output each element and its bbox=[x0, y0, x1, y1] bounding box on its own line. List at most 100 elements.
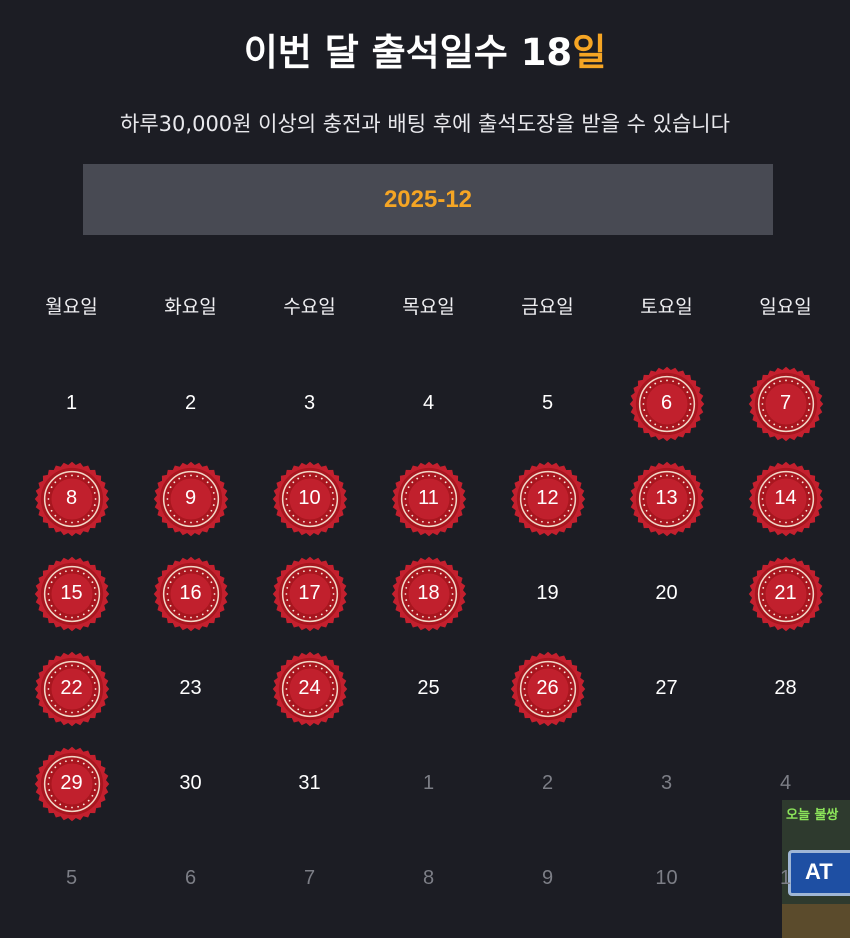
day-number: 19 bbox=[536, 582, 559, 604]
day-number: 29 bbox=[60, 772, 83, 794]
weekday-label: 금요일 bbox=[521, 296, 574, 318]
calendar-day-stamped: 22 bbox=[12, 641, 131, 736]
day-number: 25 bbox=[417, 677, 440, 699]
attendance-count: 18 bbox=[520, 31, 573, 74]
day-number: 14 bbox=[774, 487, 797, 509]
calendar-day: 30 bbox=[131, 736, 250, 831]
calendar-day-other-month: 2 bbox=[488, 736, 607, 831]
calendar-day-stamped: 26 bbox=[488, 641, 607, 736]
calendar-day: 5 bbox=[488, 356, 607, 451]
day-number: 15 bbox=[60, 582, 83, 604]
calendar-day-stamped: 24 bbox=[250, 641, 369, 736]
day-number: 5 bbox=[541, 392, 554, 414]
calendar-day: 25 bbox=[369, 641, 488, 736]
weekday-header-row: 월요일 화요일 수요일 목요일 금요일 토요일 일요일 bbox=[12, 292, 844, 322]
attendance-page: 이번 달 출석일수 18일 하루30,000원 이상의 충전과 배팅 후에 출석… bbox=[0, 0, 850, 938]
calendar-day: 28 bbox=[726, 641, 845, 736]
day-number: 7 bbox=[779, 392, 792, 414]
calendar-day-stamped: 29 bbox=[12, 736, 131, 831]
calendar-day-other-month: 9 bbox=[488, 831, 607, 926]
day-number: 1 bbox=[779, 867, 792, 889]
calendar-grid: 1 2 3 4 5 6 7 8 9 10 11 12 13 14 15 16 17 18 19 20 21 22 23 24 2… bbox=[12, 356, 844, 926]
title-prefix: 이번 달 출석일수 bbox=[243, 31, 521, 74]
weekday-label: 토요일 bbox=[640, 296, 693, 318]
day-number: 1 bbox=[422, 772, 435, 794]
day-number: 31 bbox=[298, 772, 321, 794]
day-number: 11 bbox=[418, 487, 439, 509]
calendar-day-stamped: 8 bbox=[12, 451, 131, 546]
ad-sign: AT bbox=[788, 850, 850, 896]
floating-ad-banner[interactable]: 오늘 불쌍 AT bbox=[782, 800, 850, 938]
attendance-unit: 일 bbox=[572, 31, 607, 74]
calendar-day-stamped: 21 bbox=[726, 546, 845, 641]
day-number: 10 bbox=[655, 867, 678, 889]
calendar-day: 31 bbox=[250, 736, 369, 831]
day-number: 2 bbox=[184, 392, 197, 414]
ad-image-base bbox=[782, 904, 850, 938]
day-number: 3 bbox=[660, 772, 673, 794]
day-number: 9 bbox=[541, 867, 554, 889]
weekday-label: 일요일 bbox=[759, 296, 812, 318]
calendar-day-stamped: 10 bbox=[250, 451, 369, 546]
calendar-day-stamped: 18 bbox=[369, 546, 488, 641]
day-number: 16 bbox=[179, 582, 202, 604]
calendar-day-other-month: 6 bbox=[131, 831, 250, 926]
calendar-day: 1 bbox=[12, 356, 131, 451]
calendar-day-stamped: 9 bbox=[131, 451, 250, 546]
day-number: 4 bbox=[779, 772, 792, 794]
day-number: 30 bbox=[179, 772, 202, 794]
day-number: 21 bbox=[774, 582, 797, 604]
day-number: 12 bbox=[536, 487, 559, 509]
calendar-day: 20 bbox=[607, 546, 726, 641]
day-number: 3 bbox=[303, 392, 316, 414]
ad-sign-text: AT bbox=[805, 859, 833, 884]
month-label: 2025-12 bbox=[383, 185, 473, 213]
calendar-day-stamped: 6 bbox=[607, 356, 726, 451]
day-number: 5 bbox=[65, 867, 78, 889]
day-number: 6 bbox=[660, 392, 673, 414]
day-number: 9 bbox=[184, 487, 197, 509]
calendar-day-stamped: 7 bbox=[726, 356, 845, 451]
calendar-day-stamped: 16 bbox=[131, 546, 250, 641]
calendar-day-stamped: 11 bbox=[369, 451, 488, 546]
calendar-day-other-month: 8 bbox=[369, 831, 488, 926]
calendar-day-other-month: 1 bbox=[369, 736, 488, 831]
calendar-day: 4 bbox=[369, 356, 488, 451]
calendar-day-stamped: 14 bbox=[726, 451, 845, 546]
day-number: 28 bbox=[774, 677, 797, 699]
page-title: 이번 달 출석일수 18일 bbox=[0, 22, 850, 76]
weekday-label: 화요일 bbox=[164, 296, 217, 318]
day-number: 26 bbox=[536, 677, 559, 699]
calendar-day-stamped: 15 bbox=[12, 546, 131, 641]
day-number: 17 bbox=[298, 582, 321, 604]
calendar-day: 2 bbox=[131, 356, 250, 451]
calendar-day-other-month: 5 bbox=[12, 831, 131, 926]
attendance-rule-text: 하루30,000원 이상의 충전과 배팅 후에 출석도장을 받을 수 있습니다 bbox=[120, 112, 730, 136]
day-number: 8 bbox=[65, 487, 78, 509]
month-label-bar: 2025-12 bbox=[83, 164, 773, 235]
day-number: 20 bbox=[655, 582, 678, 604]
weekday-label: 월요일 bbox=[45, 296, 98, 318]
day-number: 24 bbox=[298, 677, 321, 699]
weekday-label: 목요일 bbox=[402, 296, 455, 318]
day-number: 2 bbox=[541, 772, 554, 794]
calendar-day: 3 bbox=[250, 356, 369, 451]
calendar-day-other-month: 7 bbox=[250, 831, 369, 926]
day-number: 18 bbox=[417, 582, 440, 604]
day-number: 6 bbox=[184, 867, 197, 889]
calendar-day: 19 bbox=[488, 546, 607, 641]
calendar-day-other-month: 3 bbox=[607, 736, 726, 831]
day-number: 27 bbox=[655, 677, 678, 699]
day-number: 7 bbox=[303, 867, 316, 889]
day-number: 22 bbox=[60, 677, 83, 699]
day-number: 1 bbox=[65, 392, 78, 414]
calendar-day: 23 bbox=[131, 641, 250, 736]
day-number: 10 bbox=[298, 487, 321, 509]
calendar-day: 27 bbox=[607, 641, 726, 736]
calendar-day-stamped: 17 bbox=[250, 546, 369, 641]
ad-text: 오늘 불쌍 bbox=[786, 808, 839, 823]
day-number: 8 bbox=[422, 867, 435, 889]
weekday-label: 수요일 bbox=[283, 296, 336, 318]
calendar-day-other-month: 10 bbox=[607, 831, 726, 926]
day-number: 13 bbox=[655, 487, 678, 509]
